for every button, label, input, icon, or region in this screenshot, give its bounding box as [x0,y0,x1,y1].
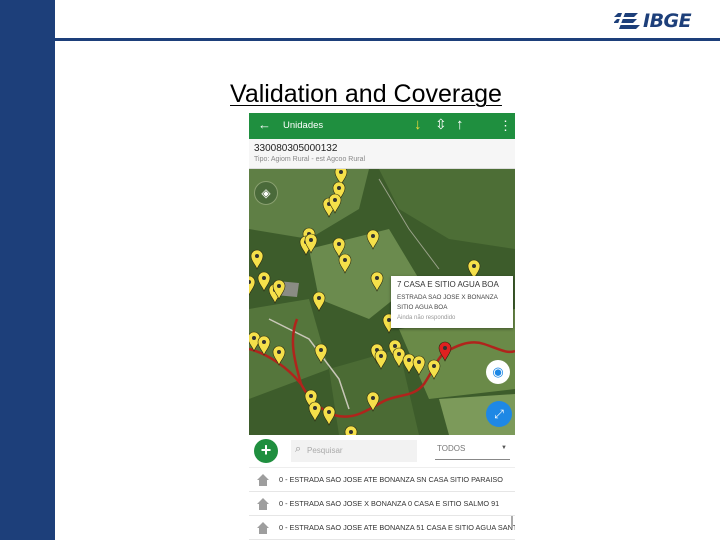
my-location-icon[interactable]: ◉ [486,360,510,384]
map-marker-dot [309,394,313,398]
map-marker-dot [472,264,476,268]
map-view[interactable]: ◈ 7 CASA E SITIO AGUA BOA ESTRADA SAO JO… [249,169,515,435]
slide-title: Validation and Coverage [230,80,502,108]
map-marker-dot [375,276,379,280]
popup-address: ESTRADA SAO JOSE X BONANZA [397,294,498,301]
search-input[interactable]: ⌕ Pesquisar [291,440,417,462]
map-marker-dot [339,170,343,174]
upload-arrow-icon[interactable]: ↑ [456,116,464,133]
app-bar-title: Unidades [283,120,324,131]
list-item[interactable]: 0 - ESTRADA SAO JOSE X BONANZA 0 CASA E … [249,492,515,516]
map-marker-dot [317,296,321,300]
search-icon: ⌕ [295,443,302,455]
download-arrow-icon[interactable]: ↓ [414,116,422,133]
ibge-logo: IBGE [614,8,710,34]
sync-split-icon[interactable]: ⇳ [435,116,447,133]
map-marker-dot [337,242,341,246]
map-marker-dot [407,358,411,362]
list-item[interactable]: 0 - ESTRADA SAO JOSE ATE BONANZA SN CASA… [249,468,515,492]
list-item-text: 0 - ESTRADA SAO JOSE ATE BONANZA SN CASA… [279,475,503,484]
map-marker-dot [443,346,447,350]
ibge-logo-text: IBGE [643,10,692,32]
map-marker-dot [371,396,375,400]
unit-code: 330080305000132 [254,143,338,154]
filter-select[interactable]: TODOS ▼ [435,442,510,460]
unit-subtitle: Tipo: Agiom Rural - est Agcoo Rural [254,156,366,163]
map-marker-dot [313,406,317,410]
filter-select-value: TODOS [437,444,466,453]
map-marker-dot [393,344,397,348]
house-icon [257,522,269,534]
map-marker-dot [379,354,383,358]
map-marker-dot [319,348,323,352]
ibge-emblem-icon [614,13,640,29]
marker-popup[interactable]: 7 CASA E SITIO AGUA BOA ESTRADA SAO JOSE… [391,276,513,328]
app-bar: ← Unidades ↓ ⇳ ↑ ⋮ [249,113,515,139]
list-item[interactable]: 0 - ESTRADA SAO JOSE ATE BONANZA 51 CASA… [249,516,515,540]
unit-header: 330080305000132 Tipo: Agiom Rural - est … [249,139,515,169]
fullscreen-icon[interactable]: ⤢ [486,401,512,427]
house-icon [257,498,269,510]
map-marker-dot [252,336,256,340]
chevron-down-icon: ▼ [501,445,507,451]
map-marker-dot [337,186,341,190]
map-marker-dot [417,360,421,364]
map-marker-dot [349,430,353,434]
map-marker-dot [333,198,337,202]
layers-icon[interactable]: ◈ [254,181,278,205]
map-marker-dot [371,234,375,238]
search-placeholder: Pesquisar [307,446,343,455]
list-item-text: 0 - ESTRADA SAO JOSE ATE BONANZA 51 CASA… [279,523,515,532]
phone-screenshot: ← Unidades ↓ ⇳ ↑ ⋮ 330080305000132 Tipo:… [249,113,515,540]
map-marker-dot [277,350,281,354]
map-marker-dot [327,410,331,414]
map-marker-dot [255,254,259,258]
map-marker-dot [262,276,266,280]
house-icon [257,474,269,486]
list-item-text: 0 - ESTRADA SAO JOSE X BONANZA 0 CASA E … [279,499,500,508]
slide-sidebar [0,0,55,540]
list-scrollbar[interactable] [511,516,513,528]
add-button[interactable]: + [254,439,278,463]
popup-status: Ainda não respondido [397,315,456,321]
map-marker-dot [397,352,401,356]
map-marker-dot [343,258,347,262]
popup-title: 7 CASA E SITIO AGUA BOA [397,280,499,289]
map-marker-dot [277,284,281,288]
map-marker-dot [309,238,313,242]
back-arrow-icon[interactable]: ← [258,117,271,132]
search-bar: + ⌕ Pesquisar TODOS ▼ [249,435,515,468]
unit-list: 0 - ESTRADA SAO JOSE ATE BONANZA SN CASA… [249,468,515,540]
map-marker-dot [432,364,436,368]
more-menu-icon[interactable]: ⋮ [499,118,512,134]
map-marker-dot [262,340,266,344]
header-rule [55,38,720,41]
popup-place: SITIO AGUA BOA [397,304,448,311]
